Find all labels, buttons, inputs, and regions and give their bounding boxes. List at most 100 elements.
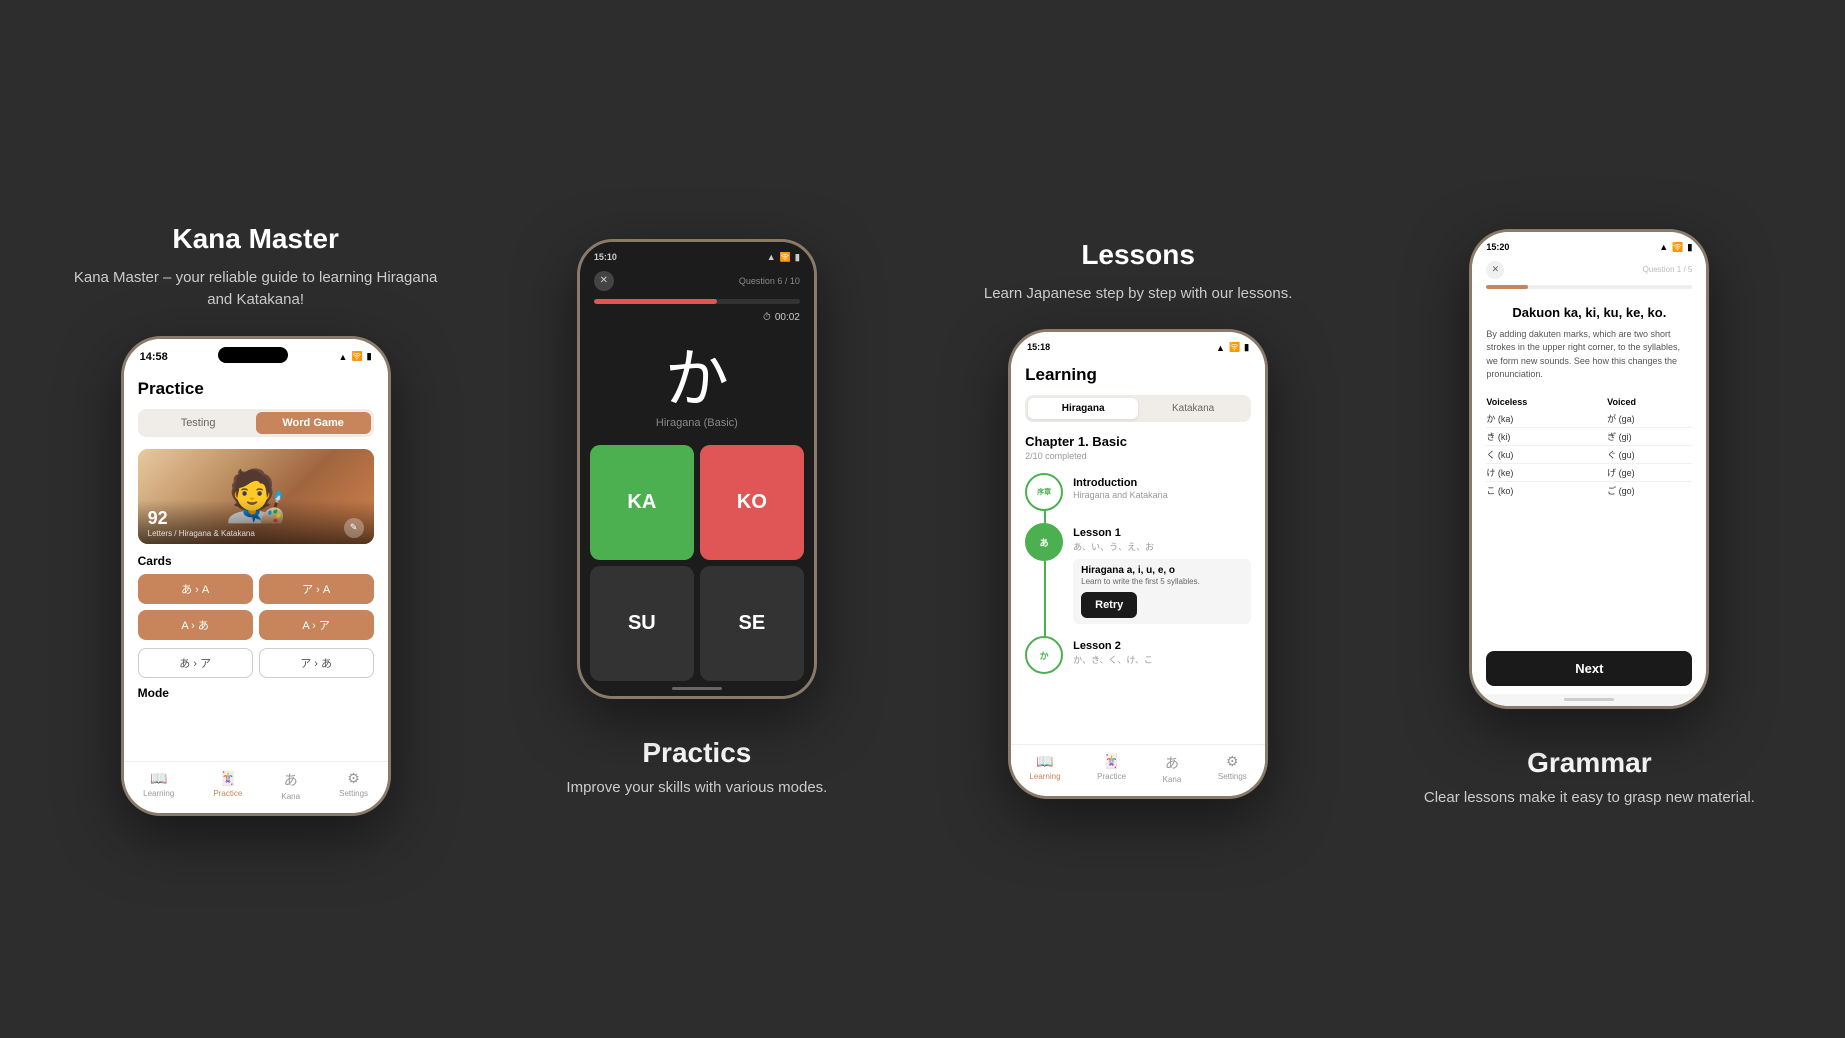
phone3-settings-label: Settings — [1218, 772, 1247, 781]
grammar-voiceless-cell: か (ka) — [1486, 410, 1607, 428]
phone3-practice-label: Practice — [1097, 772, 1126, 781]
lesson1-extra-title: Hiragana a, i, u, e, o — [1081, 565, 1243, 576]
grammar-section-desc: Clear lessons make it easy to grasp new … — [1424, 787, 1755, 810]
answer-ko[interactable]: KO — [700, 445, 804, 560]
phone1-bottom-nav: 📖 Learning 🃏 Practice あ Kana ⚙ Settings — [124, 761, 388, 813]
section-practics: 15:10 ▲ 🛜 ▮ ✕ Question 6 / 10 — [512, 239, 882, 800]
grammar-voiced-cell: ご (go) — [1607, 481, 1692, 499]
progress-bar-wrap — [580, 299, 814, 308]
phone3-settings-icon: ⚙ — [1226, 753, 1239, 770]
practics-desc: Improve your skills with various modes. — [566, 777, 827, 800]
progress-bar-fill — [594, 299, 718, 304]
cards-grid: あ › A ア › A A › あ A › ア — [138, 574, 374, 640]
intro-sub: Hiragana and Katakana — [1073, 490, 1251, 500]
phone3-nav-practice[interactable]: 🃏 Practice — [1097, 753, 1126, 784]
grammar-table-row: こ (ko)ご (go) — [1486, 481, 1692, 499]
grammar-content: Dakuon ka, ki, ku, ke, ko. By adding dak… — [1472, 297, 1706, 643]
phone3-nav-settings[interactable]: ⚙ Settings — [1218, 753, 1247, 784]
card-btn-4[interactable]: A › ア — [259, 610, 374, 640]
col-voiceless: Voiceless — [1486, 394, 1607, 410]
lesson2-sub: か、き、く、け、こ — [1073, 653, 1251, 666]
lesson-item-2: か Lesson 2 か、き、く、け、こ — [1025, 636, 1251, 674]
phone2-home-bar — [580, 681, 814, 696]
phone4-close-button[interactable]: ✕ — [1486, 261, 1504, 279]
grammar-voiced-cell: げ (ge) — [1607, 463, 1692, 481]
page-container: Kana Master Kana Master – your reliable … — [0, 0, 1845, 1038]
grammar-below: Grammar Clear lessons make it easy to gr… — [1424, 729, 1755, 810]
card-subtitle: Letters / Hiragana & Katakana — [148, 529, 255, 538]
lesson1-extra-desc: Learn to write the first 5 syllables. — [1081, 577, 1243, 586]
lessons-title: Lessons — [1081, 239, 1195, 271]
home-indicator-4 — [1564, 698, 1614, 701]
phone3-signal: ▲ — [1216, 343, 1225, 353]
progress-bar-bg — [594, 299, 800, 304]
card-btn-2[interactable]: ア › A — [259, 574, 374, 604]
lesson-list: 序章 Introduction Hiragana and Katakana あ — [1025, 473, 1251, 674]
nav-practice[interactable]: 🃏 Practice — [213, 770, 242, 801]
retry-button[interactable]: Retry — [1081, 592, 1137, 618]
lesson1-extra: Hiragana a, i, u, e, o Learn to write th… — [1073, 559, 1251, 624]
grammar-voiceless-cell: く (ku) — [1486, 445, 1607, 463]
kana-display: か Hiragana (Basic) — [580, 327, 814, 445]
phone3-nav-kana[interactable]: あ Kana — [1163, 753, 1182, 784]
phone2-wifi: 🛜 — [780, 252, 791, 263]
phone3-content: Learning Hiragana Katakana Chapter 1. Ba… — [1011, 357, 1265, 744]
lesson-item-1: あ Lesson 1 あ、い、う、え、お Hiragana a, i, u, e… — [1025, 523, 1251, 636]
tab-katakana[interactable]: Katakana — [1138, 398, 1248, 419]
tab-group-2: Hiragana Katakana — [1025, 395, 1251, 422]
grammar-voiced-cell: ぐ (gu) — [1607, 445, 1692, 463]
phone3-time: 15:18 — [1027, 342, 1050, 353]
phone3-screen: 15:18 ▲ 🛜 ▮ Learning Hiragana Katakana C… — [1011, 332, 1265, 796]
settings-icon: ⚙ — [347, 770, 360, 787]
lesson-circle-1: あ — [1025, 523, 1063, 561]
chapter-sub: 2/10 completed — [1025, 451, 1251, 461]
outline-btn-1[interactable]: あ › ア — [138, 648, 253, 678]
card-btn-1[interactable]: あ › A — [138, 574, 253, 604]
section1-desc: Kana Master – your reliable guide to lea… — [61, 267, 451, 312]
answer-su[interactable]: SU — [590, 566, 694, 681]
phone2-topbar: ✕ Question 6 / 10 — [580, 267, 814, 299]
grammar-lesson-body: By adding dakuten marks, which are two s… — [1486, 328, 1692, 382]
grammar-voiceless-cell: き (ki) — [1486, 427, 1607, 445]
lessons-desc: Learn Japanese step by step with our les… — [984, 283, 1293, 306]
lesson-info-2: Lesson 2 か、き、く、け、こ — [1073, 636, 1251, 666]
outline-btn-2[interactable]: ア › あ — [259, 648, 374, 678]
phone-mockup-4: 15:20 ▲ 🛜 ▮ ✕ Question 1 / 5 — [1469, 229, 1709, 709]
lesson1-sub: あ、い、う、え、お — [1073, 540, 1251, 553]
card-count: 92 — [148, 508, 255, 529]
tab-hiragana[interactable]: Hiragana — [1028, 398, 1138, 419]
tab-word-game[interactable]: Word Game — [256, 412, 371, 434]
close-button[interactable]: ✕ — [594, 271, 614, 291]
nav-settings[interactable]: ⚙ Settings — [339, 770, 368, 801]
phone4-progress-bg — [1486, 285, 1692, 289]
phone2-battery: ▮ — [795, 252, 800, 263]
nav-learning[interactable]: 📖 Learning — [143, 770, 174, 801]
dynamic-island — [218, 347, 288, 363]
phone4-screen: 15:20 ▲ 🛜 ▮ ✕ Question 1 / 5 — [1472, 232, 1706, 706]
phone3-bottom-nav: 📖 Learning 🃏 Practice あ Kana ⚙ Settings — [1011, 744, 1265, 796]
phone3-wifi: 🛜 — [1229, 342, 1240, 353]
section1-title: Kana Master — [172, 223, 339, 255]
card-btn-3[interactable]: A › あ — [138, 610, 253, 640]
answer-se[interactable]: SE — [700, 566, 804, 681]
wifi-icon: 🛜 — [351, 351, 362, 362]
tab-testing[interactable]: Testing — [141, 412, 256, 434]
section-grammar: 15:20 ▲ 🛜 ▮ ✕ Question 1 / 5 — [1394, 229, 1784, 810]
lesson-info-intro: Introduction Hiragana and Katakana — [1073, 473, 1251, 500]
next-button[interactable]: Next — [1486, 651, 1692, 686]
phone4-status: 15:20 ▲ 🛜 ▮ — [1472, 232, 1706, 257]
phone3-nav-learning[interactable]: 📖 Learning — [1029, 753, 1060, 784]
question-counter: Question 6 / 10 — [739, 276, 800, 286]
chapter-heading: Chapter 1. Basic — [1025, 434, 1251, 449]
phone3-kana-icon: あ — [1165, 753, 1179, 773]
learning-title: Learning — [1025, 365, 1251, 385]
phone2-status: 15:10 ▲ 🛜 ▮ — [580, 242, 814, 267]
phone4-progress — [1472, 285, 1706, 297]
phone2-screen: 15:10 ▲ 🛜 ▮ ✕ Question 6 / 10 — [580, 242, 814, 696]
answer-ka[interactable]: KA — [590, 445, 694, 560]
nav-kana[interactable]: あ Kana — [281, 770, 300, 801]
nav-kana-label: Kana — [281, 792, 300, 801]
grammar-bottom — [1472, 694, 1706, 706]
practice-title: Practice — [138, 379, 374, 399]
edit-icon[interactable]: ✎ — [344, 518, 364, 538]
